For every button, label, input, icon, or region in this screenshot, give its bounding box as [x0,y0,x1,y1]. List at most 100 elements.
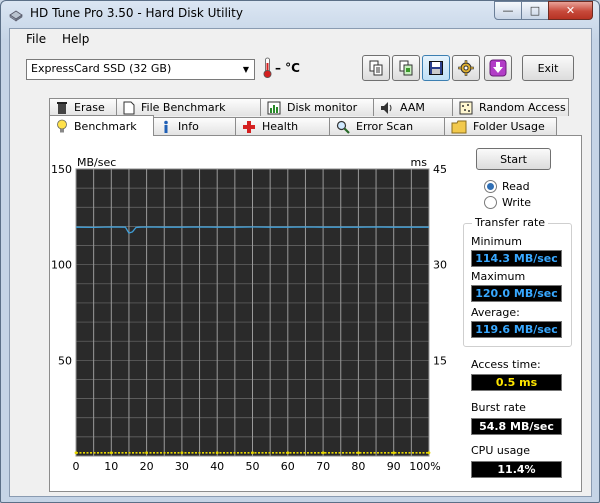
bar-chart-icon [267,101,281,114]
chart-x-tick-label: 60 [281,460,295,473]
close-button[interactable]: ✕ [548,1,593,20]
tab-error-scan-label: Error Scan [356,120,414,133]
chart-y2-axis-label: ms [411,156,428,169]
exit-button-label: Exit [537,61,559,75]
read-radio-dot [484,180,497,193]
folder-icon [451,120,467,133]
tab-aam-label: AAM [400,101,425,114]
access-time-value: 0.5 ms [471,374,562,391]
maximize-button[interactable]: □ [521,1,549,20]
chart-x-tick-label: 0 [73,460,80,473]
start-button[interactable]: Start [476,148,551,170]
copy-info-button[interactable] [362,55,390,81]
lightbulb-icon [57,119,67,132]
tab-benchmark[interactable]: Benchmark [49,115,154,136]
dotted-grid-icon [459,101,473,114]
tab-random-access-label: Random Access [479,101,566,114]
average-value: 119.6 MB/sec [471,321,562,338]
chart-access-time-point [427,451,431,455]
minimum-value: 114.3 MB/sec [471,250,562,267]
chart-x-tick-label: 90 [387,460,401,473]
speaker-icon [381,101,392,114]
client-area: File Help ExpressCard SSD (32 GB) ▼ – °C [9,28,592,497]
copy-screenshot-button[interactable] [392,55,420,81]
chart-x-tick-label: 20 [140,460,154,473]
tab-row-bottom: Benchmark Info Health Error Scan Folder … [49,115,557,136]
transfer-rate-title: Transfer rate [472,216,549,229]
chevron-down-icon: ▼ [242,65,250,74]
chart-x-tick-label: 10 [104,460,118,473]
toolbar: ExpressCard SSD (32 GB) ▼ – °C Exit [10,50,591,90]
write-radio[interactable]: Write [484,196,531,209]
minimize-button[interactable]: — [494,1,522,20]
start-button-label: Start [500,152,527,166]
burst-rate-label: Burst rate [471,401,526,414]
chart-y2-tick-label: 45 [433,163,447,176]
copy-icon [369,60,383,76]
tab-random-access[interactable]: Random Access [452,98,569,116]
download-button[interactable] [484,55,512,81]
tab-disk-monitor-label: Disk monitor [287,101,358,114]
thermometer-icon [263,57,272,78]
read-radio-label: Read [502,180,530,193]
read-radio[interactable]: Read [484,180,530,193]
menu-help[interactable]: Help [62,32,89,46]
drive-select[interactable]: ExpressCard SSD (32 GB) ▼ [26,59,255,80]
close-icon: ✕ [565,4,576,17]
tab-health[interactable]: Health [235,117,330,135]
chart-y-tick-label: 150 [51,163,72,176]
minimize-icon: — [502,4,514,17]
trash-icon [57,101,67,114]
title-bar[interactable]: HD Tune Pro 3.50 - Hard Disk Utility — □… [1,1,599,27]
chart-y-axis-label: MB/sec [77,156,116,169]
drive-select-value: ExpressCard SSD (32 GB) [31,62,172,75]
tab-erase[interactable]: Erase [49,98,117,116]
red-cross-icon [243,120,255,133]
menu-bar: File Help [10,29,591,49]
write-radio-label: Write [502,196,532,209]
tab-info[interactable]: Info [153,117,236,135]
temperature-readout: – °C [275,61,300,75]
tab-disk-monitor[interactable]: Disk monitor [260,98,374,116]
app-disk-icon [9,10,23,22]
main-window: HD Tune Pro 3.50 - Hard Disk Utility — □… [0,0,600,503]
download-arrow-icon [489,59,507,77]
tab-file-benchmark-label: File Benchmark [141,101,226,114]
tab-file-benchmark[interactable]: File Benchmark [116,98,261,116]
chart-x-tick-label: 50 [246,460,260,473]
chart-y2-tick-label: 15 [433,354,447,367]
tab-health-label: Health [262,120,299,133]
gear-icon [458,60,474,76]
tab-benchmark-label: Benchmark [74,119,137,133]
window-title: HD Tune Pro 3.50 - Hard Disk Utility [30,6,243,20]
floppy-disk-icon [429,61,443,75]
chart-x-tick-label: 80 [351,460,365,473]
maximize-icon: □ [529,4,541,17]
chart-x-tick-label: 70 [316,460,330,473]
file-icon [123,101,135,114]
tab-aam[interactable]: AAM [373,98,453,116]
tab-error-scan[interactable]: Error Scan [329,117,445,135]
chart-y-tick-label: 100 [51,259,72,272]
tab-info-label: Info [178,120,199,133]
save-button[interactable] [422,55,450,81]
cpu-usage-label: CPU usage [471,444,531,457]
chart-y-tick-label: 50 [58,354,72,367]
chart-x-tick-label: 40 [210,460,224,473]
transfer-rate-chart: 0 10 20 30 40 50 60 70 80 90 100% 50 100 150 15 30 45 MB/… [51,156,447,473]
maximum-label: Maximum [471,270,526,283]
benchmark-panel: 0 10 20 30 40 50 60 70 80 90 100% 50 100 150 15 30 45 MB/… [49,135,582,492]
tab-erase-label: Erase [74,101,105,114]
menu-file[interactable]: File [26,32,46,46]
exit-button[interactable]: Exit [522,55,574,81]
chart-y2-tick-label: 30 [433,259,447,272]
average-label: Average: [471,306,520,319]
maximum-value: 120.0 MB/sec [471,285,562,302]
write-radio-dot [484,196,497,209]
tab-folder-usage[interactable]: Folder Usage [444,117,557,135]
chart-x-tick-label: 100% [409,460,440,473]
cpu-usage-value: 11.4% [471,461,562,478]
access-time-label: Access time: [471,358,541,371]
minimum-label: Minimum [471,235,522,248]
options-button[interactable] [452,55,480,81]
